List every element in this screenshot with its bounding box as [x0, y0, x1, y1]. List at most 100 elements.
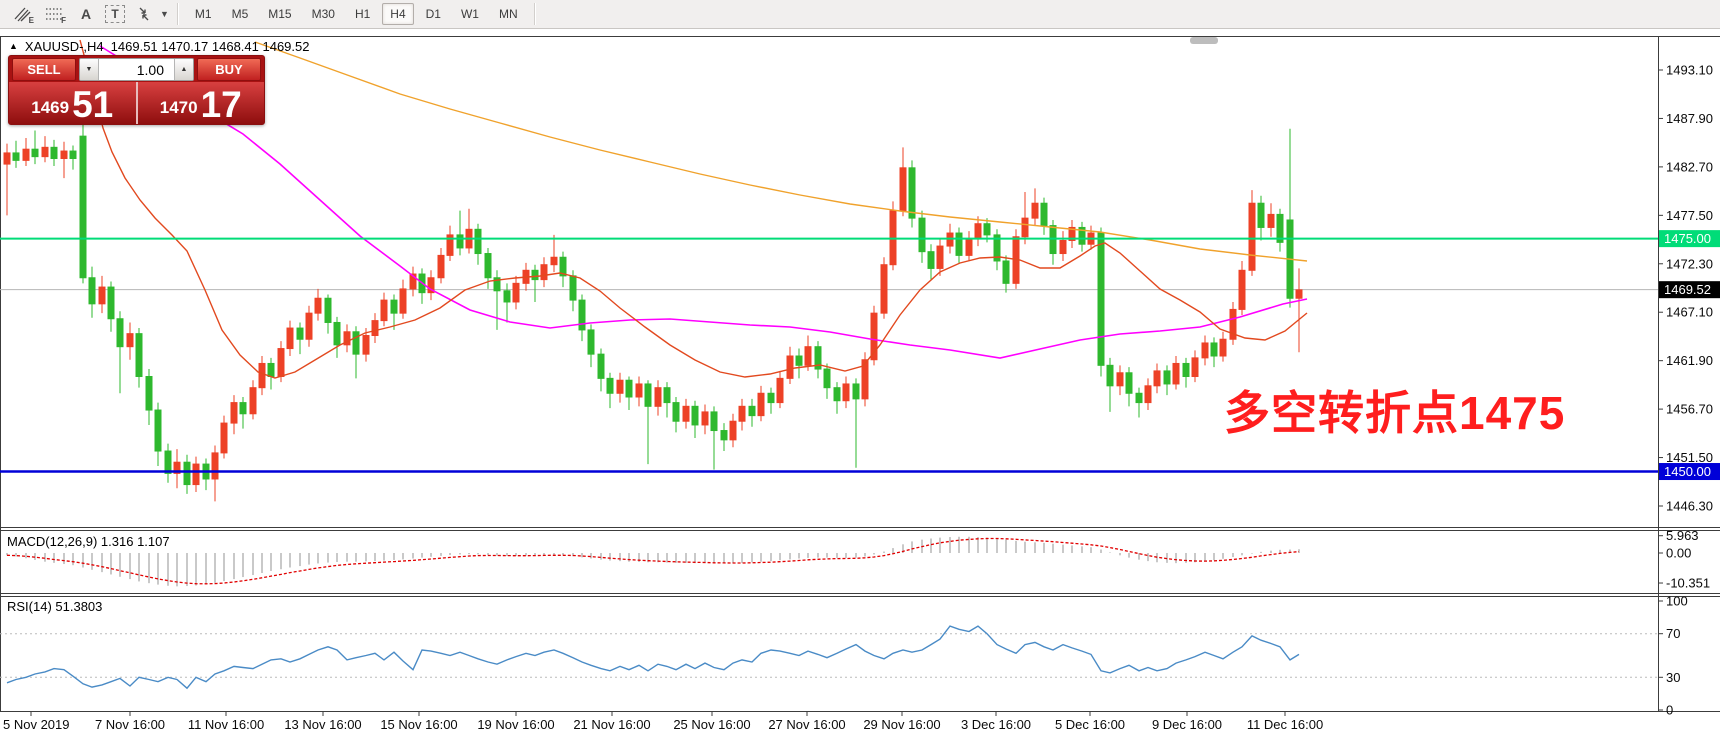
candle	[372, 321, 378, 336]
chart-title: ▲ XAUUSD-,H4 1469.51 1470.17 1468.41 146…	[9, 39, 309, 54]
buy-price-main: 1470	[160, 98, 198, 118]
candle	[636, 384, 642, 397]
tab-timeframe-M1[interactable]: M1	[187, 3, 220, 25]
candle	[956, 233, 962, 255]
candle	[702, 412, 708, 425]
tools-dropdown-caret-icon[interactable]: ▼	[160, 9, 169, 19]
macd-signal-line	[7, 539, 1299, 584]
candle	[315, 298, 321, 313]
candle	[532, 270, 538, 279]
time-tick-label: 29 Nov 16:00	[863, 717, 940, 732]
tab-timeframe-M5[interactable]: M5	[224, 3, 257, 25]
candle	[900, 168, 906, 211]
candle	[1239, 270, 1245, 309]
volume-input[interactable]	[99, 59, 174, 80]
candle	[70, 151, 76, 158]
tab-timeframe-D1[interactable]: D1	[418, 3, 449, 25]
candle	[1032, 203, 1038, 218]
price-badge-label: 1450.00	[1664, 464, 1711, 479]
candle	[297, 328, 303, 339]
rsi-line	[7, 626, 1299, 688]
candle	[683, 406, 689, 421]
tab-timeframe-MN[interactable]: MN	[491, 3, 526, 25]
candle	[32, 149, 38, 156]
candle	[475, 229, 481, 253]
candle	[513, 283, 519, 302]
tab-timeframe-M15[interactable]: M15	[260, 3, 299, 25]
candle	[645, 384, 651, 406]
candle	[796, 356, 802, 365]
toolbar-separator	[534, 3, 536, 25]
fibonacci-tool-icon[interactable]: F	[41, 3, 67, 25]
candle	[739, 406, 745, 421]
volume-decrease-button[interactable]: ▼	[80, 59, 99, 80]
candle	[570, 276, 576, 300]
candle	[1192, 358, 1198, 377]
candle	[165, 451, 171, 473]
volume-increase-button[interactable]: ▲	[174, 59, 193, 80]
candle	[881, 265, 887, 313]
candle	[692, 406, 698, 425]
candle	[919, 218, 925, 252]
symbol-timeframe-label: XAUUSD-,H4	[25, 39, 104, 54]
candle	[457, 235, 463, 248]
candle	[184, 462, 190, 484]
sell-button[interactable]: SELL	[12, 58, 76, 81]
chart-annotation-text: 多空转折点1475	[1224, 377, 1565, 443]
rsi-tick-label: 70	[1666, 626, 1680, 641]
buy-price-pips: 17	[201, 88, 242, 122]
buy-price-box[interactable]: 1470 17	[138, 82, 265, 124]
candle	[1202, 343, 1208, 358]
candle	[1022, 218, 1028, 237]
channels-tool-icon[interactable]: E	[9, 3, 35, 25]
rsi-pane: RSI(14) 51.380310070300	[0, 594, 1688, 718]
candle	[1183, 363, 1189, 376]
tab-timeframe-H4[interactable]: H4	[382, 3, 413, 25]
candle	[400, 289, 406, 313]
tab-timeframe-M30[interactable]: M30	[304, 3, 343, 25]
tab-timeframe-H1[interactable]: H1	[347, 3, 378, 25]
candle	[730, 421, 736, 440]
price-badge-label: 1469.52	[1664, 282, 1711, 297]
candle	[1098, 233, 1104, 365]
candle	[485, 254, 491, 278]
macd-tick-label: -10.351	[1666, 576, 1710, 591]
macd-tick-label: 0.00	[1666, 546, 1691, 561]
candle	[51, 147, 57, 158]
candle	[928, 252, 934, 269]
candle	[4, 153, 10, 164]
text-tool-icon[interactable]: T	[105, 5, 125, 23]
candle	[136, 334, 142, 377]
candle	[1136, 393, 1142, 402]
arrows-tool-icon[interactable]	[131, 3, 157, 25]
time-tick-label: 25 Nov 16:00	[673, 717, 750, 732]
time-tick-label: 19 Nov 16:00	[477, 717, 554, 732]
candle	[80, 136, 86, 278]
candle	[1154, 371, 1160, 386]
time-tick-label: 3 Dec 16:00	[961, 717, 1031, 732]
candle	[353, 332, 359, 354]
text-label-tool-icon[interactable]: A	[73, 3, 99, 25]
macd-indicator-label: MACD(12,26,9) 1.316 1.107	[7, 534, 170, 549]
price-tick-label: 1461.90	[1666, 353, 1713, 368]
chart-scroll-thumb[interactable]	[1190, 37, 1218, 44]
candle	[588, 330, 594, 354]
candle	[937, 246, 943, 268]
buy-button[interactable]: BUY	[197, 58, 261, 81]
price-tick-label: 1451.50	[1666, 450, 1713, 465]
candle	[127, 334, 133, 347]
price-badge-label: 1475.00	[1664, 231, 1711, 246]
candle	[23, 149, 29, 160]
candle	[834, 388, 840, 401]
candle	[607, 378, 613, 393]
candle	[1145, 386, 1151, 403]
tab-timeframe-W1[interactable]: W1	[453, 3, 487, 25]
sell-price-box[interactable]: 1469 51	[9, 82, 138, 124]
candle	[966, 239, 972, 256]
macd-pane: MACD(12,26,9) 1.316 1.1075.9630.00-10.35…	[7, 528, 1710, 590]
price-tick-label: 1446.30	[1666, 498, 1713, 513]
price-tick-label: 1482.70	[1666, 159, 1713, 174]
candle	[541, 265, 547, 280]
time-tick-label: 5 Dec 16:00	[1055, 717, 1125, 732]
price-tick-label: 1472.30	[1666, 256, 1713, 271]
